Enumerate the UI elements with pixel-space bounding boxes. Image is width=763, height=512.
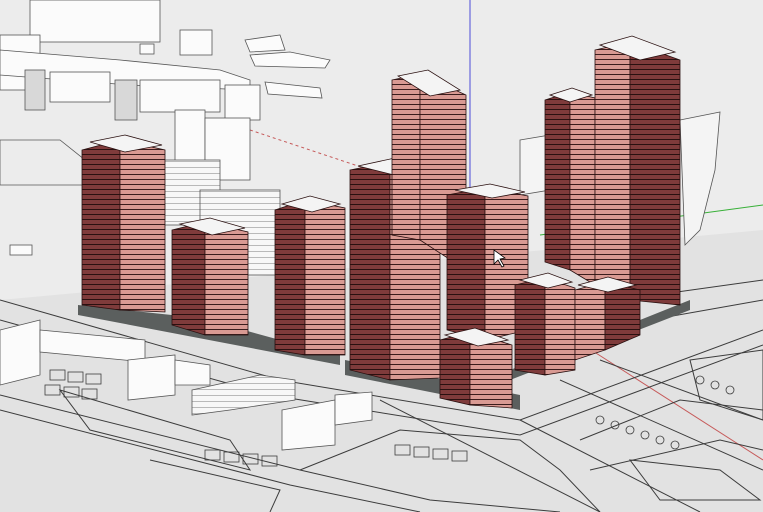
3d-viewport[interactable] [0, 0, 763, 512]
city-massing-model [0, 0, 763, 512]
tower-7 [439, 327, 513, 409]
tower-2 [171, 217, 249, 336]
tower-3 [274, 195, 346, 356]
tower-1 [81, 134, 166, 313]
tower-9 [594, 35, 681, 306]
tower-8 [544, 87, 596, 286]
